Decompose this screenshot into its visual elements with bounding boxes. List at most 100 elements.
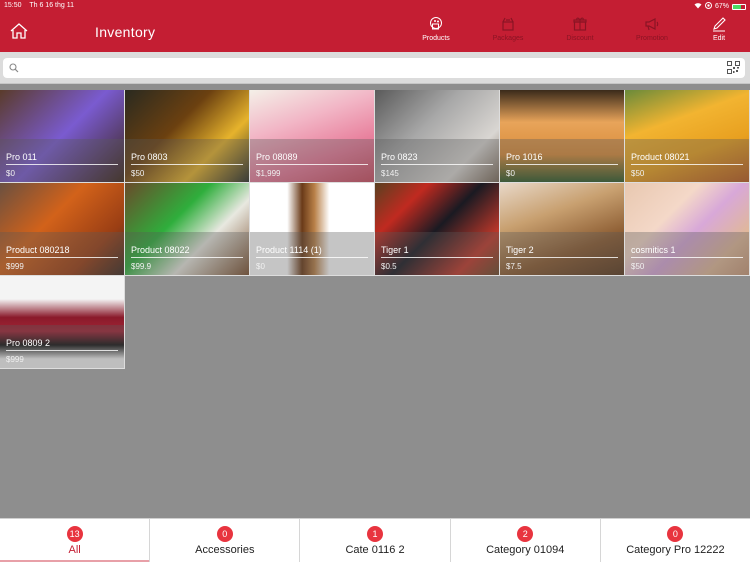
- product-name: Tiger 2: [506, 245, 534, 255]
- product-price: $0: [6, 169, 15, 178]
- divider: [131, 164, 243, 165]
- category-tab[interactable]: 0 Category Pro 12222: [601, 519, 750, 562]
- product-price: $1,999: [256, 169, 281, 178]
- product-name: Product 08021: [631, 152, 690, 162]
- nav-discount[interactable]: Discount: [544, 16, 616, 46]
- product-name: Pro 0809 2: [6, 338, 51, 348]
- product-tile[interactable]: Pro 0809 2 $999: [0, 276, 125, 369]
- home-icon: [10, 23, 28, 39]
- gift-icon: [573, 17, 587, 31]
- nav-label: Discount: [566, 35, 594, 42]
- product-name: Pro 011: [6, 152, 37, 162]
- count-badge: 13: [66, 526, 83, 542]
- product-price: $999: [6, 355, 24, 364]
- products-icon: [430, 17, 442, 30]
- nav-products[interactable]: Products: [400, 16, 472, 46]
- status-time: 15:50: [4, 2, 22, 9]
- product-tile[interactable]: Pro 011 $0: [0, 90, 125, 183]
- product-tile[interactable]: Pro 1016 $0: [500, 90, 625, 183]
- product-name: Product 080218: [6, 245, 70, 255]
- product-price: $50: [631, 262, 645, 271]
- divider: [631, 164, 743, 165]
- category-tab[interactable]: 0 Accessories: [150, 519, 301, 562]
- product-name: Pro 0823: [381, 152, 418, 162]
- product-price: $0: [506, 169, 515, 178]
- divider: [381, 257, 493, 258]
- divider: [131, 257, 243, 258]
- count-badge: 0: [667, 526, 684, 542]
- product-grid: Pro 011 $0 Pro 0803 $50 Pro 08089 $1,999 Pro 0…: [0, 90, 750, 369]
- status-bar: 15:50 Th 6 16 thg 11 67%: [0, 0, 750, 12]
- nav-label: Packages: [492, 35, 524, 42]
- category-label: Category Pro 12222: [626, 544, 725, 556]
- search-bar: [0, 52, 750, 84]
- nav-packages[interactable]: Packages: [472, 16, 544, 46]
- product-tile[interactable]: Tiger 2 $7.5: [500, 183, 625, 276]
- product-tile[interactable]: cosmitics 1 $50: [625, 183, 750, 276]
- product-tile[interactable]: Tiger 1 $0.5: [375, 183, 500, 276]
- wifi-icon: [694, 2, 702, 11]
- nav-label: Products: [422, 35, 450, 42]
- packages-icon: [502, 17, 514, 31]
- qr-code-icon[interactable]: [727, 61, 740, 74]
- product-tile[interactable]: Product 08021 $50: [625, 90, 750, 183]
- status-date: Th 6 16 thg 11: [29, 2, 74, 9]
- count-badge: 0: [216, 526, 233, 542]
- megaphone-icon: [645, 18, 659, 31]
- category-tab[interactable]: 2 Category 01094: [451, 519, 601, 562]
- divider: [506, 257, 618, 258]
- search-input[interactable]: [21, 58, 721, 78]
- divider: [6, 164, 118, 165]
- product-price: $145: [381, 169, 399, 178]
- battery-percent: 67%: [714, 3, 729, 10]
- search-icon: [9, 63, 19, 73]
- divider: [6, 257, 118, 258]
- home-button[interactable]: [8, 20, 30, 42]
- product-name: Pro 08089: [256, 152, 298, 162]
- count-badge: 2: [517, 526, 534, 542]
- battery-icon: [732, 3, 746, 10]
- category-tabs: 13 All 0 Accessories 1 Cate 0116 2 2 Category 0…: [0, 518, 750, 562]
- category-label: Accessories: [195, 544, 255, 556]
- product-tile[interactable]: Pro 0803 $50: [125, 90, 250, 183]
- divider: [6, 350, 118, 351]
- product-name: Tiger 1: [381, 245, 409, 255]
- product-name: Pro 0803: [131, 152, 168, 162]
- nav-promotion[interactable]: Promotion: [616, 16, 688, 46]
- product-tile[interactable]: Product 080218 $999: [0, 183, 125, 276]
- product-tile[interactable]: Product 08022 $99.9: [125, 183, 250, 276]
- category-label: Cate 0116 2: [345, 544, 405, 556]
- category-tab[interactable]: 13 All: [0, 519, 151, 562]
- product-price: $7.5: [506, 262, 522, 271]
- app-header: 15:50 Th 6 16 thg 11 67% Inventory Produ…: [0, 0, 750, 52]
- count-badge: 1: [367, 526, 383, 542]
- product-tile[interactable]: Pro 0823 $145: [375, 90, 500, 183]
- product-price: $0: [256, 262, 265, 271]
- divider: [256, 164, 368, 165]
- location-icon: [704, 2, 712, 11]
- product-tile[interactable]: Pro 08089 $1,999: [250, 90, 375, 183]
- search-box: [3, 58, 745, 78]
- pencil-icon: [713, 17, 726, 32]
- product-name: Product 1114 (1): [256, 245, 322, 255]
- product-price: $999: [6, 262, 24, 271]
- top-nav: Products Packages Discount Promotion Edi…: [400, 16, 750, 46]
- product-name: cosmitics 1: [631, 245, 676, 255]
- category-tab[interactable]: 1 Cate 0116 2: [300, 519, 451, 562]
- product-price: $0.5: [381, 262, 397, 271]
- page-title: Inventory: [95, 24, 156, 40]
- nav-edit[interactable]: Edit: [688, 16, 750, 46]
- category-label: All: [68, 544, 81, 556]
- divider: [506, 164, 618, 165]
- product-name: Product 08022: [131, 245, 190, 255]
- product-price: $50: [131, 169, 145, 178]
- category-label: Category 01094: [486, 544, 565, 556]
- divider: [381, 164, 493, 165]
- nav-label: Edit: [712, 35, 726, 42]
- nav-label: Promotion: [636, 35, 668, 42]
- product-name: Pro 1016: [506, 152, 543, 162]
- divider: [631, 257, 743, 258]
- product-price: $99.9: [131, 262, 152, 271]
- product-price: $50: [631, 169, 645, 178]
- product-tile[interactable]: Product 1114 (1) $0: [250, 183, 375, 276]
